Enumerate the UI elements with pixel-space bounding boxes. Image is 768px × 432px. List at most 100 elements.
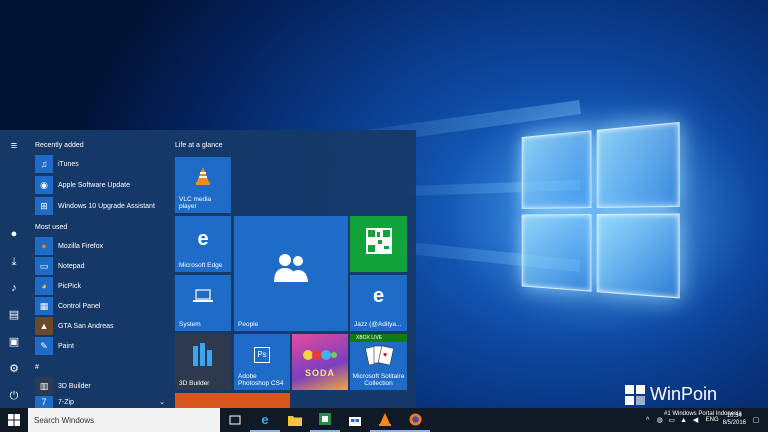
search-input[interactable]: Search Windows (28, 408, 220, 432)
candy-icon (292, 348, 348, 367)
language-indicator[interactable]: ENG (706, 417, 719, 423)
photoshop-badge: Ps (254, 347, 270, 363)
start-button[interactable] (0, 408, 28, 432)
taskbar-store-button[interactable] (340, 408, 370, 432)
music-note-icon: ♫ (35, 155, 53, 173)
app-item-apple-software-update[interactable]: ◉ Apple Software Update (35, 175, 165, 195)
tiles-area: Life at a glance VLC media player e Micr… (168, 130, 416, 408)
hamburger-menu-icon[interactable]: ≡ (6, 138, 22, 154)
logo-pane (522, 214, 592, 292)
taskbar-app-button[interactable] (310, 408, 340, 432)
app-item-notepad[interactable]: ▭ Notepad (35, 256, 165, 276)
tile-label: 3D Builder (179, 380, 228, 387)
app-list: Recently added ♫ iTunes ◉ Apple Software… (28, 130, 168, 408)
tile-people[interactable]: People (234, 216, 348, 331)
task-view-icon (229, 415, 241, 425)
winpoin-watermark: WinPoin (624, 384, 768, 408)
tile-jazz[interactable]: e Jazz (@Aditya... (350, 275, 407, 331)
winpoin-logo-icon (624, 384, 646, 406)
power-icon[interactable]: ⏻ (6, 388, 22, 404)
app-item-3d-builder[interactable]: ▥ 3D Builder (35, 376, 165, 396)
3d-builder-icon (175, 342, 231, 373)
tile-label: Microsoft Solitaire Collection (352, 373, 405, 387)
music-icon[interactable]: ♪ (6, 280, 22, 296)
vlc-cone-icon (379, 413, 391, 426)
tile-3d-builder[interactable]: 3D Builder (175, 334, 231, 390)
tile-qr-code-app[interactable] (350, 216, 407, 272)
gta-icon: ▲ (35, 317, 53, 335)
tile-label: System (179, 321, 228, 328)
show-hidden-icons-chevron-icon[interactable]: ^ (642, 417, 654, 424)
app-label: iTunes (58, 161, 79, 168)
start-menu: ≡ ● ⤓ ♪ ▤ ▣ ⚙ ⏻ Recently added ♫ iTunes … (0, 130, 416, 408)
app-item-firefox[interactable]: ● Mozilla Firefox (35, 236, 165, 256)
tile-label: Microsoft Edge (179, 262, 228, 269)
laptop-icon (175, 289, 231, 308)
winpoin-brand: WinPoin (650, 384, 717, 404)
tile-system[interactable]: System (175, 275, 231, 331)
task-view-button[interactable] (220, 408, 250, 432)
7zip-icon: 7 (35, 396, 53, 408)
volume-icon[interactable]: ◀ (690, 416, 702, 424)
control-panel-icon: ▦ (35, 297, 53, 315)
windows-start-icon (8, 414, 20, 426)
chevron-down-icon[interactable]: ⌄ (159, 398, 165, 406)
tile-microsoft-edge[interactable]: e Microsoft Edge (175, 216, 231, 272)
battery-icon[interactable]: ▭ (666, 416, 678, 424)
action-center-icon[interactable]: ▢ (750, 416, 762, 424)
settings-gear-icon[interactable]: ⚙ (6, 361, 22, 377)
logo-pane (522, 130, 592, 209)
xbox-live-banner: XBOX LIVE (350, 334, 407, 342)
app-item-windows-upgrade-assistant[interactable]: ⊞ Windows 10 Upgrade Assistant (35, 196, 165, 216)
pictures-icon[interactable]: ▣ (6, 334, 22, 350)
tray-app-icon[interactable]: ◍ (654, 416, 666, 424)
vlc-cone-icon (175, 167, 231, 190)
tile-vlc[interactable]: VLC media player (175, 157, 231, 213)
tile-label: Jazz (@Aditya... (354, 321, 404, 328)
app-item-gta-san-andreas[interactable]: ▲ GTA San Andreas (35, 316, 165, 336)
app-item-7zip[interactable]: 7 7-Zip ⌄ (35, 396, 165, 408)
app-item-itunes[interactable]: ♫ iTunes (35, 154, 165, 174)
search-placeholder: Search Windows (34, 416, 94, 425)
watermark-tagline: #1 Windows Portal Indonesia (664, 411, 742, 417)
network-icon[interactable]: ▲ (678, 417, 690, 424)
clock-date: 8/5/2016 (723, 420, 746, 427)
edge-icon: e (350, 285, 407, 308)
tile-candy-crush-soda[interactable]: SODA (292, 334, 348, 390)
hash-heading[interactable]: # (35, 364, 39, 371)
app-label: Windows 10 Upgrade Assistant (58, 203, 155, 210)
user-avatar-icon[interactable]: ● (6, 226, 22, 242)
app-label: 3D Builder (58, 383, 91, 390)
app-label: GTA San Andreas (58, 323, 114, 330)
app-label: Apple Software Update (58, 182, 130, 189)
tile-label: People (238, 321, 345, 328)
logo-pane (597, 122, 680, 208)
svg-text:♥: ♥ (383, 352, 387, 359)
app-label: PicPick (58, 283, 81, 290)
tile-solitaire[interactable]: XBOX LIVE ♥ Microsoft Solitaire Collecti… (350, 334, 407, 390)
tiles-group-heading: Life at a glance (175, 142, 222, 149)
tile-label: Adobe Photoshop CS4 (238, 373, 287, 387)
edge-icon: e (261, 412, 268, 427)
paint-icon: ✎ (35, 337, 53, 355)
app-label: Control Panel (58, 303, 100, 310)
start-menu-rail: ≡ ● ⤓ ♪ ▤ ▣ ⚙ ⏻ (0, 130, 28, 408)
people-icon (234, 252, 348, 289)
tile-partial-bottom[interactable] (175, 393, 290, 408)
taskbar-firefox-button[interactable] (400, 408, 430, 432)
tile-photoshop[interactable]: Ps Adobe Photoshop CS4 (234, 334, 290, 390)
taskbar-vlc-button[interactable] (370, 408, 400, 432)
downloads-icon[interactable]: ⤓ (6, 254, 22, 270)
firefox-icon (409, 413, 422, 426)
photoshop-icon: Ps (234, 344, 290, 363)
app-item-control-panel[interactable]: ▦ Control Panel (35, 296, 165, 316)
most-used-heading: Most used (35, 224, 67, 231)
taskbar-edge-button[interactable]: e (250, 408, 280, 432)
firefox-icon: ● (35, 237, 53, 255)
windows-icon: ⊞ (35, 197, 53, 215)
documents-icon[interactable]: ▤ (6, 307, 22, 323)
app-item-paint[interactable]: ✎ Paint (35, 336, 165, 356)
app-item-picpick[interactable]: ◕ PicPick (35, 276, 165, 296)
folder-icon (288, 415, 302, 426)
taskbar-file-explorer-button[interactable] (280, 408, 310, 432)
